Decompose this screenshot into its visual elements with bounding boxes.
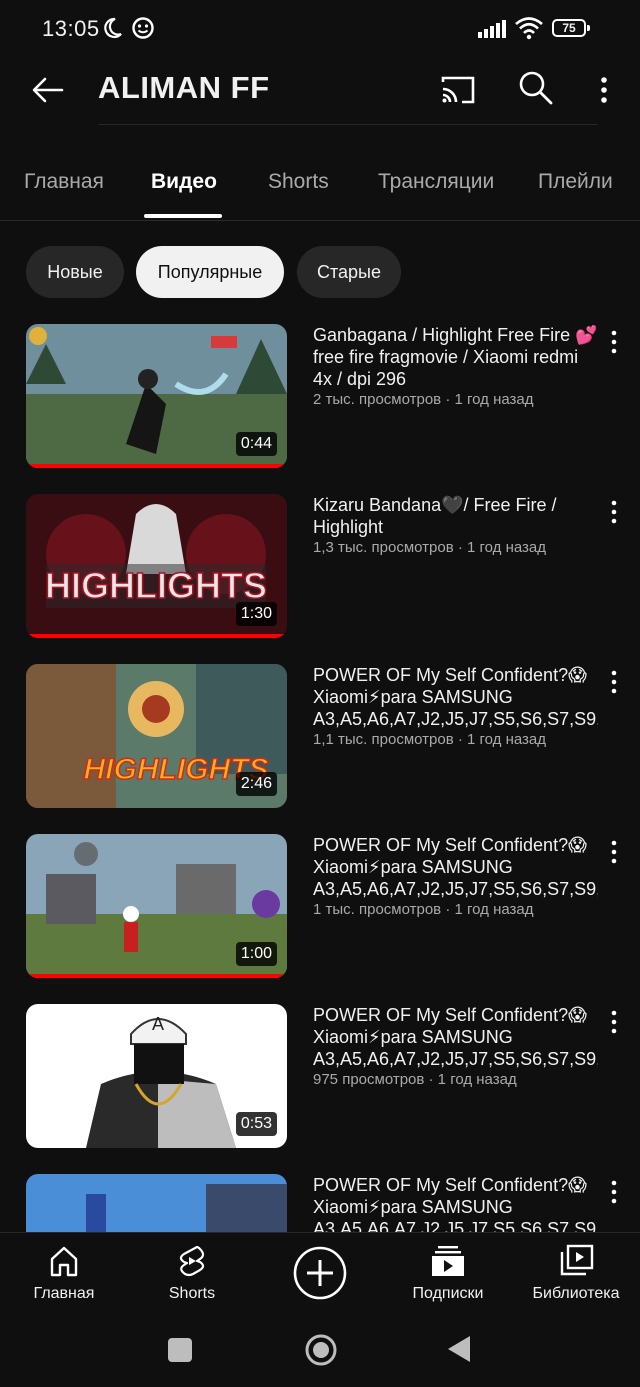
home-icon bbox=[50, 1246, 78, 1277]
video-title[interactable]: POWER OF My Self Confident?😱Xiaomi⚡para … bbox=[313, 834, 598, 900]
video-meta: 975 просмотров · 1 год назад bbox=[313, 1071, 517, 1088]
nav-subscriptions-label: Подписки bbox=[412, 1285, 484, 1302]
plus-circle-icon[interactable] bbox=[292, 1245, 348, 1301]
video-thumbnail[interactable]: HIGHLIGHTS 1:30 bbox=[26, 494, 287, 638]
divider bbox=[98, 124, 598, 125]
video-item[interactable]: HIGHLIGHTS 2:46 POWER OF My Self Confide… bbox=[0, 664, 640, 814]
video-thumbnail[interactable]: 0:44 bbox=[26, 324, 287, 468]
more-vert-icon[interactable] bbox=[604, 328, 624, 356]
channel-top-bar: ALIMAN FF bbox=[0, 58, 640, 125]
more-vert-icon[interactable] bbox=[604, 668, 624, 696]
back-button[interactable] bbox=[446, 1334, 472, 1364]
nav-home-label: Главная bbox=[33, 1285, 95, 1302]
battery-indicator: 75 bbox=[552, 19, 590, 37]
video-thumbnail[interactable]: 1:00 bbox=[26, 834, 287, 978]
video-item[interactable]: HIGHLIGHTS 1:30 Kizaru Bandana🖤/ Free Fi… bbox=[0, 494, 640, 644]
search-icon[interactable] bbox=[516, 68, 556, 108]
more-vert-icon[interactable] bbox=[604, 1178, 624, 1206]
video-meta: 1,1 тыс. просмотров · 1 год назад bbox=[313, 731, 547, 748]
video-title[interactable]: POWER OF My Self Confident?😱Xiaomi⚡para … bbox=[313, 664, 598, 730]
watch-progress-bar bbox=[26, 974, 287, 978]
nav-home[interactable]: Главная bbox=[0, 1233, 128, 1317]
home-button[interactable] bbox=[304, 1333, 338, 1367]
thumbnail-image bbox=[26, 1174, 287, 1232]
chip-oldest[interactable]: Старые bbox=[297, 246, 401, 298]
video-title[interactable]: POWER OF My Self Confident?😱Xiaomi⚡para … bbox=[313, 1004, 598, 1070]
video-meta: 2 тыс. просмотров · 1 год назад bbox=[313, 391, 534, 408]
tab-playlists[interactable]: Плейли bbox=[538, 170, 613, 194]
more-vert-icon[interactable] bbox=[604, 838, 624, 866]
nav-shorts-label: Shorts bbox=[168, 1285, 216, 1302]
chip-popular[interactable]: Популярные bbox=[136, 246, 284, 298]
video-title[interactable]: POWER OF My Self Confident?😱Xiaomi⚡para … bbox=[313, 1174, 598, 1232]
video-item[interactable]: A 0:53 POWER OF My Self Confident?😱Xiaom… bbox=[0, 1004, 640, 1154]
svg-text:HIGHLIGHTS: HIGHLIGHTS bbox=[45, 565, 267, 606]
video-item[interactable]: 0:44 Ganbagana / Highlight Free Fire 💕 f… bbox=[0, 324, 640, 474]
nav-subscriptions[interactable]: Подписки bbox=[384, 1233, 512, 1317]
tab-shorts[interactable]: Shorts bbox=[268, 170, 329, 194]
nav-library-label: Библиотека bbox=[532, 1285, 620, 1302]
status-bar: 13:05 75 bbox=[0, 0, 640, 58]
video-thumbnail[interactable] bbox=[26, 1174, 287, 1232]
wifi-icon bbox=[515, 17, 543, 40]
video-item[interactable]: POWER OF My Self Confident?😱Xiaomi⚡para … bbox=[0, 1174, 640, 1232]
arrow-left-icon[interactable] bbox=[28, 70, 68, 110]
video-duration: 2:46 bbox=[235, 772, 277, 796]
active-tab-indicator bbox=[144, 214, 222, 218]
video-meta: 1 тыс. просмотров · 1 год назад bbox=[313, 901, 534, 918]
channel-title: ALIMAN FF bbox=[98, 70, 270, 105]
notification-face-icon bbox=[132, 17, 154, 39]
svg-text:A: A bbox=[152, 1014, 164, 1034]
more-vert-icon[interactable] bbox=[604, 498, 624, 526]
status-time: 13:05 bbox=[42, 16, 100, 41]
moon-icon bbox=[104, 17, 122, 39]
shorts-icon bbox=[179, 1245, 205, 1277]
video-duration: 1:00 bbox=[235, 942, 277, 966]
library-icon bbox=[560, 1244, 594, 1276]
nav-library[interactable]: Библиотека bbox=[512, 1233, 640, 1317]
bottom-navigation: Главная Shorts Подписки Библиотека bbox=[0, 1232, 640, 1317]
video-duration: 1:30 bbox=[235, 602, 277, 626]
video-meta: 1,3 тыс. просмотров · 1 год назад bbox=[313, 539, 547, 556]
subscriptions-icon bbox=[432, 1246, 464, 1276]
watch-progress-bar bbox=[26, 634, 287, 638]
cast-icon[interactable] bbox=[438, 70, 478, 110]
tab-live[interactable]: Трансляции bbox=[378, 170, 494, 194]
signal-icon bbox=[478, 20, 506, 38]
video-thumbnail[interactable]: HIGHLIGHTS 2:46 bbox=[26, 664, 287, 808]
chip-newest[interactable]: Новые bbox=[26, 246, 124, 298]
tab-videos[interactable]: Видео bbox=[151, 170, 217, 194]
video-title[interactable]: Ganbagana / Highlight Free Fire 💕 free f… bbox=[313, 324, 598, 390]
video-duration: 0:53 bbox=[235, 1112, 277, 1136]
video-item[interactable]: 1:00 POWER OF My Self Confident?😱Xiaomi⚡… bbox=[0, 834, 640, 984]
nav-shorts[interactable]: Shorts bbox=[128, 1233, 256, 1317]
more-vert-icon[interactable] bbox=[592, 70, 616, 110]
video-thumbnail[interactable]: A 0:53 bbox=[26, 1004, 287, 1148]
channel-tabs: Главная Видео Shorts Трансляции Плейли bbox=[0, 150, 640, 221]
video-duration: 0:44 bbox=[235, 432, 277, 456]
watch-progress-bar bbox=[26, 464, 287, 468]
recents-button[interactable] bbox=[168, 1338, 192, 1362]
more-vert-icon[interactable] bbox=[604, 1008, 624, 1036]
tab-home[interactable]: Главная bbox=[24, 170, 104, 194]
video-title[interactable]: Kizaru Bandana🖤/ Free Fire / Highlight bbox=[313, 494, 598, 538]
system-navigation-bar bbox=[0, 1316, 640, 1387]
